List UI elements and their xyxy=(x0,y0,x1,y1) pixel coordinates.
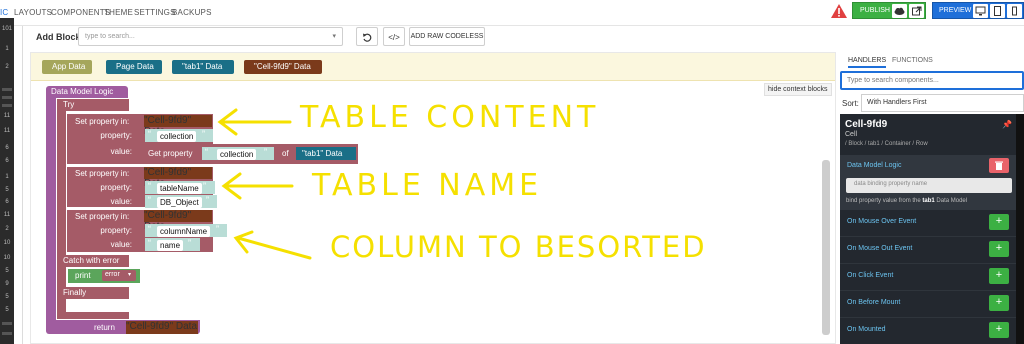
event-divider xyxy=(840,317,1024,318)
binding-hint-model: tab1 xyxy=(922,198,935,204)
binding-hint-prefix: bind property value from the xyxy=(846,198,921,204)
trash-icon xyxy=(995,161,1003,170)
component-search-input[interactable]: Type to search components... xyxy=(840,71,1024,90)
data-binding-input[interactable]: data binding property name xyxy=(846,178,1012,193)
component-name: Cell-9fd9 xyxy=(845,119,888,130)
event-click[interactable]: On Click Event xyxy=(847,272,893,279)
tab-functions[interactable]: FUNCTIONS xyxy=(892,57,933,64)
event-divider xyxy=(840,236,1024,237)
arrow-1 xyxy=(217,108,292,136)
arrow-2 xyxy=(221,172,294,200)
sort-label: Sort: xyxy=(842,99,859,108)
add-click-button[interactable]: + xyxy=(989,268,1009,284)
arrow-3 xyxy=(233,230,312,260)
annotation-table-content: TABLE CONTENT xyxy=(300,100,600,135)
tab-handlers[interactable]: HANDLERS xyxy=(848,57,887,68)
add-before-mount-button[interactable]: + xyxy=(989,295,1009,311)
add-mounted-button[interactable]: + xyxy=(989,322,1009,338)
pin-icon[interactable]: 📌 xyxy=(1002,120,1012,129)
event-before-mount[interactable]: On Before Mount xyxy=(847,299,900,306)
sort-select[interactable]: With Handlers First xyxy=(861,94,1024,112)
add-mouse-over-button[interactable]: + xyxy=(989,214,1009,230)
event-mounted[interactable]: On Mounted xyxy=(847,326,886,333)
event-divider xyxy=(840,263,1024,264)
data-model-logic-handler[interactable]: Data Model Logic xyxy=(847,162,901,169)
annotation-table-name: TABLE NAME xyxy=(312,168,543,203)
event-divider xyxy=(840,290,1024,291)
binding-hint-suffix: Data Model xyxy=(936,198,968,204)
annotation-column-sort: COLUMN TO BESORTED xyxy=(330,230,707,264)
component-type: Cell xyxy=(845,131,858,138)
event-mouse-out[interactable]: On Mouse Out Event xyxy=(847,245,912,252)
panel-scroll-edge xyxy=(1016,114,1024,344)
sort-value: With Handlers First xyxy=(867,99,927,106)
event-mouse-over[interactable]: On Mouse Over Event xyxy=(847,218,916,225)
component-path: / Block / tab1 / Container / Row xyxy=(845,141,928,147)
add-mouse-out-button[interactable]: + xyxy=(989,241,1009,257)
binding-hint: bind property value from the tab1 Data M… xyxy=(846,198,967,204)
delete-button[interactable] xyxy=(989,158,1009,173)
